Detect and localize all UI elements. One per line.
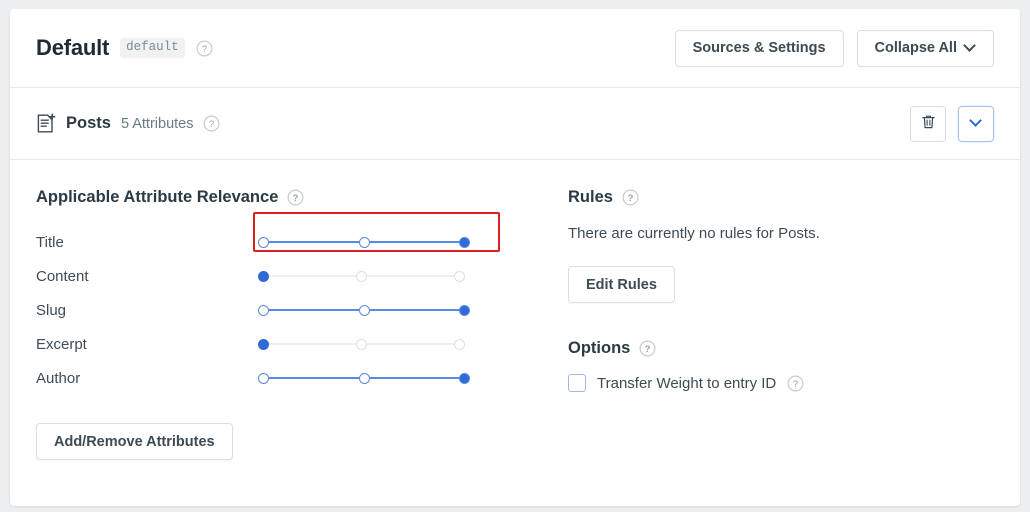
document-plus-icon [36, 113, 56, 134]
attribute-row-excerpt: Excerpt [36, 327, 556, 361]
slider-stop-2[interactable] [358, 372, 370, 384]
app-page: Default default ? Sources & Settings Col… [0, 0, 1030, 512]
svg-text:?: ? [645, 344, 651, 355]
card-body: Applicable Attribute Relevance ? Title C… [10, 160, 1020, 460]
slider-stop-1[interactable] [258, 338, 269, 350]
header-actions: Sources & Settings Collapse All [674, 29, 994, 67]
help-circle-icon[interactable]: ? [196, 39, 213, 57]
relevance-slider-title[interactable] [258, 227, 470, 257]
section-actions [910, 105, 994, 142]
slider-stops [258, 329, 465, 359]
slider-stops [258, 227, 470, 257]
attribute-label: Slug [36, 301, 67, 319]
handle-badge: default [120, 38, 185, 58]
rules-title: Rules [568, 188, 613, 206]
slider-stop-2[interactable] [356, 338, 367, 350]
help-circle-icon[interactable]: ? [639, 340, 656, 357]
slider-stop-1[interactable] [258, 236, 269, 248]
slider-stop-3[interactable] [454, 338, 465, 350]
slider-stop-3[interactable] [459, 304, 470, 316]
help-circle-icon[interactable]: ? [787, 374, 804, 392]
slider-stop-3[interactable] [459, 236, 470, 248]
attribute-relevance-column: Applicable Attribute Relevance ? Title C… [36, 188, 556, 460]
help-circle-icon[interactable]: ? [622, 189, 639, 206]
slider-stop-3[interactable] [454, 270, 465, 282]
attribute-row-slug: Slug [36, 293, 556, 327]
relevance-slider-author[interactable] [258, 363, 470, 393]
slider-stop-2[interactable] [358, 304, 370, 316]
relevance-slider-content[interactable] [258, 261, 465, 291]
attribute-label: Title [36, 233, 64, 251]
edit-rules-button[interactable]: Edit Rules [568, 266, 675, 303]
help-circle-icon[interactable]: ? [203, 115, 220, 132]
slider-stop-1[interactable] [258, 372, 269, 384]
chevron-down-icon [971, 116, 982, 127]
section-attribute-count: 5 Attributes [120, 115, 194, 132]
rules-empty-text: There are currently no rules for Posts. [568, 225, 820, 242]
slider-stops [258, 363, 470, 393]
svg-text:?: ? [628, 193, 634, 204]
slider-stop-1[interactable] [258, 270, 269, 282]
svg-text:?: ? [793, 379, 798, 390]
slider-stop-2[interactable] [356, 270, 367, 282]
svg-text:?: ? [293, 193, 299, 204]
section-name: Posts [66, 114, 111, 132]
attribute-relevance-title: Applicable Attribute Relevance [36, 188, 279, 206]
relevance-slider-slug[interactable] [258, 295, 470, 325]
collapse-section-button[interactable] [958, 105, 994, 142]
slider-stop-3[interactable] [459, 372, 470, 384]
transfer-weight-option-row: Transfer Weight to entry ID ? [568, 374, 994, 392]
settings-card: Default default ? Sources & Settings Col… [10, 9, 1020, 506]
attribute-label: Author [36, 369, 81, 387]
collapse-all-button[interactable]: Collapse All [856, 29, 994, 67]
slider-stop-2[interactable] [358, 236, 370, 248]
transfer-weight-label: Transfer Weight to entry ID [597, 374, 777, 392]
rules-options-column: Rules ? There are currently no rules for… [556, 188, 994, 460]
options-title: Options [568, 339, 631, 357]
attribute-relevance-heading: Applicable Attribute Relevance ? [36, 188, 556, 207]
delete-section-button[interactable] [910, 105, 946, 142]
slider-stop-1[interactable] [258, 304, 269, 316]
attribute-label: Content [36, 267, 89, 285]
attribute-label: Excerpt [36, 335, 87, 353]
svg-text:?: ? [209, 119, 214, 130]
attribute-row-author: Author [36, 361, 556, 395]
slider-stops [258, 261, 465, 291]
svg-text:?: ? [202, 44, 207, 55]
title-group: Default default ? [36, 35, 213, 61]
sources-settings-button[interactable]: Sources & Settings [674, 29, 844, 67]
page-title: Default [36, 35, 110, 60]
transfer-weight-checkbox[interactable] [568, 374, 586, 392]
section-header-posts: Posts 5 Attributes ? [10, 88, 1020, 160]
chevron-down-icon [965, 41, 976, 52]
section-title-group: Posts 5 Attributes ? [36, 113, 220, 134]
help-circle-icon[interactable]: ? [287, 189, 304, 206]
collapse-all-label: Collapse All [874, 40, 957, 56]
rules-heading: Rules ? [568, 188, 994, 207]
slider-stops [258, 295, 470, 325]
relevance-slider-excerpt[interactable] [258, 329, 465, 359]
attribute-row-content: Content [36, 259, 556, 293]
card-header: Default default ? Sources & Settings Col… [10, 9, 1020, 88]
trash-icon [921, 114, 936, 133]
add-remove-attributes-button[interactable]: Add/Remove Attributes [36, 423, 233, 460]
attribute-actions: Add/Remove Attributes [36, 423, 556, 460]
attribute-row-title: Title [36, 212, 556, 259]
options-heading: Options ? [568, 339, 994, 358]
